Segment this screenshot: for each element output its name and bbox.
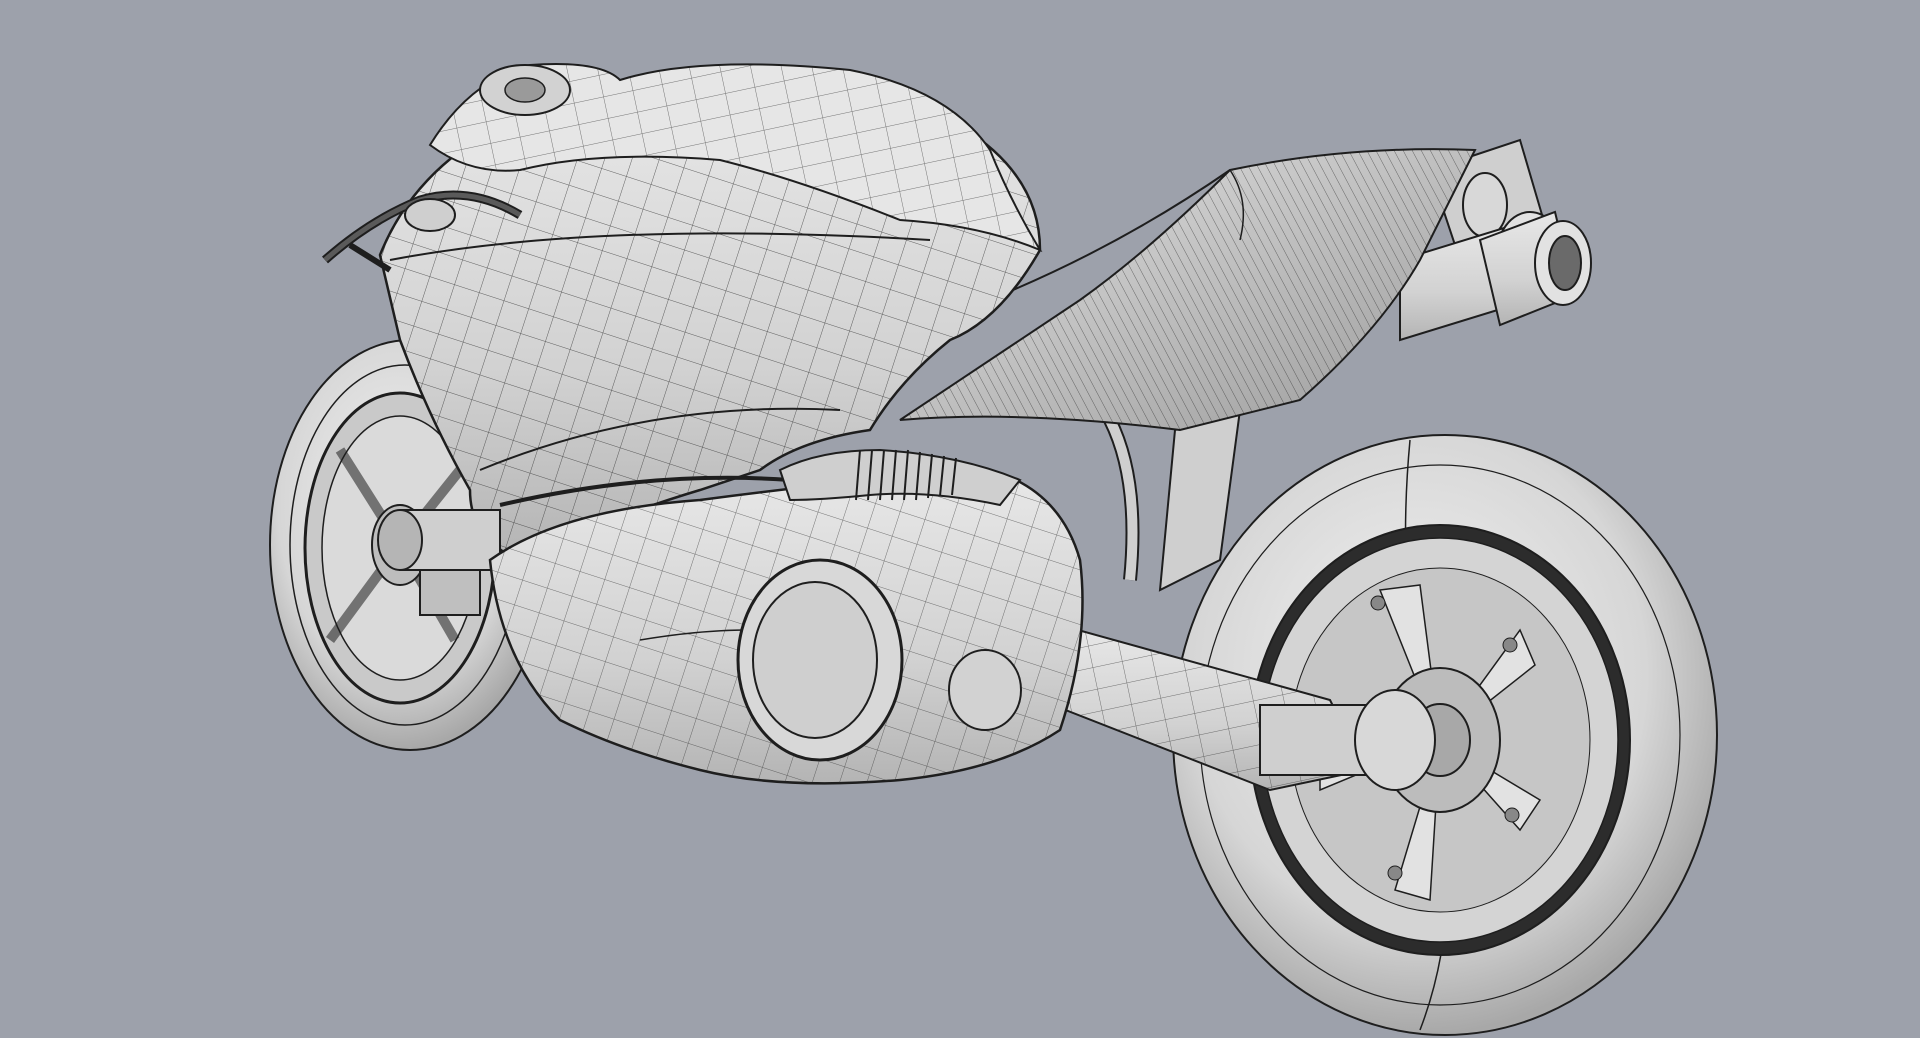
rear-strut — [1103, 408, 1242, 592]
motorcycle-wireframe-model[interactable] — [0, 0, 1920, 1038]
3d-viewport[interactable] — [0, 0, 1920, 1038]
